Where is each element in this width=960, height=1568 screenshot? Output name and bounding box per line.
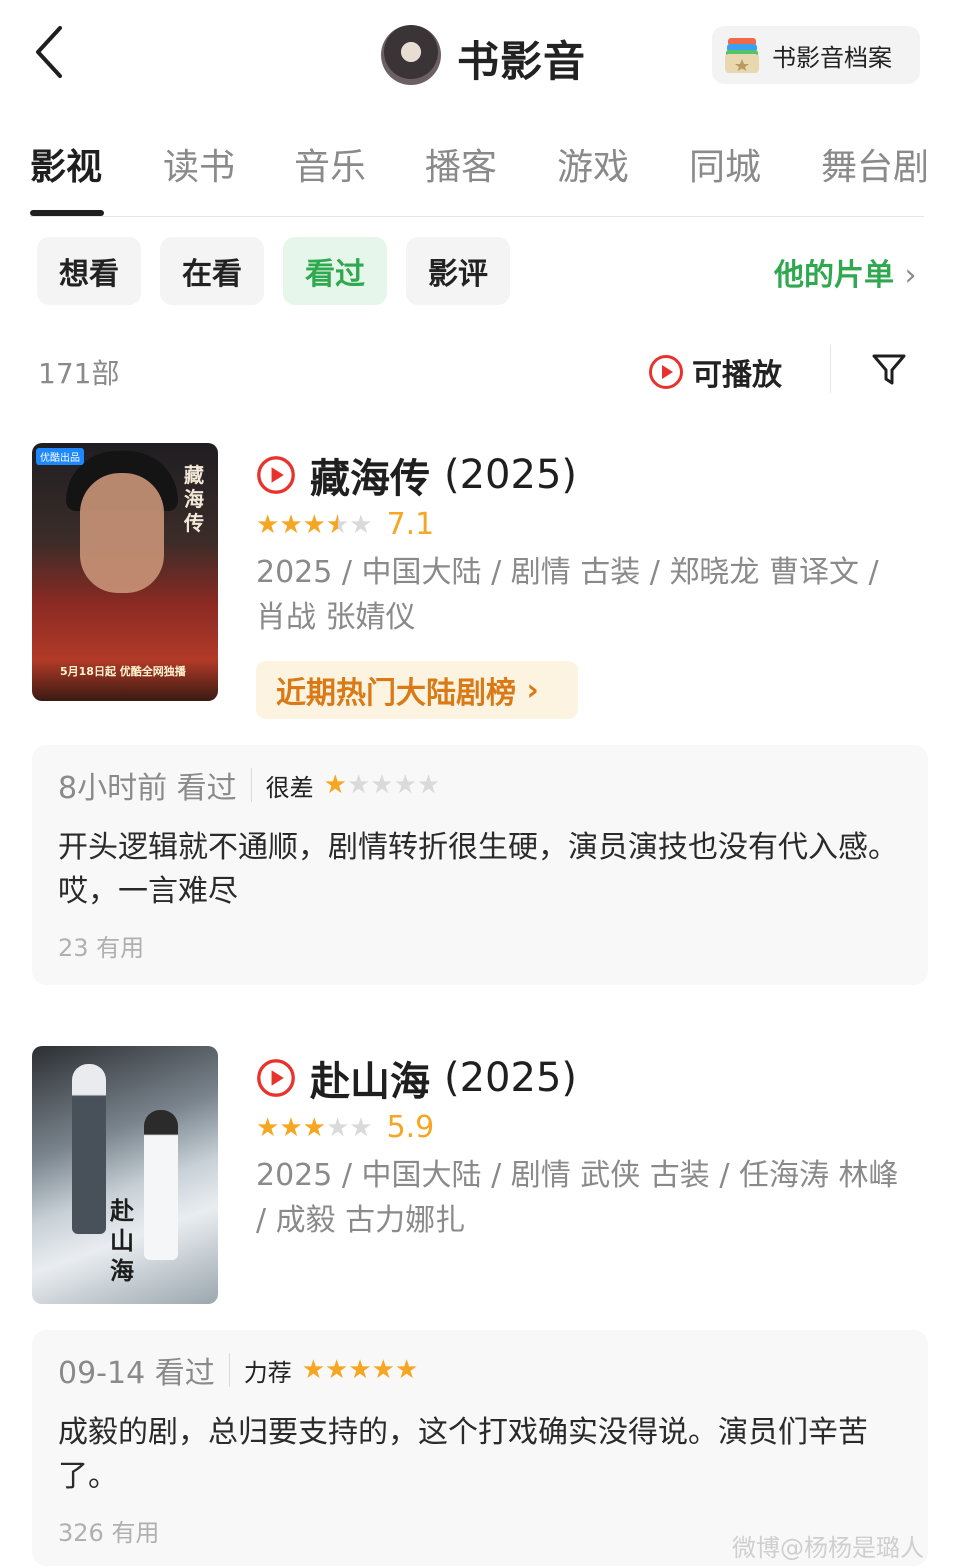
star-icon: ★ — [348, 1355, 372, 1385]
movie-rating: ★ ★ ★ ★ ★ 5.9 — [256, 1110, 434, 1145]
movie-year: (2025) — [444, 1055, 578, 1101]
star-icon: ★ — [323, 770, 347, 800]
rank-tag-label: 近期热门大陆剧榜 — [276, 676, 516, 711]
playable-filter[interactable]: 可播放 — [648, 350, 782, 394]
useful-count[interactable]: 23 有用 — [58, 928, 144, 963]
poster-title: 赴山海 — [110, 1197, 134, 1285]
category-tabs: 影视 读书 音乐 播客 游戏 同城 舞台剧 — [30, 138, 930, 218]
playable-label: 可播放 — [692, 358, 782, 393]
play-circle-icon — [649, 355, 683, 389]
review-stars: ★ ★ ★ ★ ★ — [302, 1356, 419, 1384]
star-icon: ★ — [370, 770, 394, 800]
review-time: 09-14 看过 — [58, 1356, 215, 1391]
review-level: 很差 — [265, 773, 314, 802]
movie-meta: 2025 / 中国大陆 / 剧情 古装 / 郑晓龙 曹译文 / 肖战 张婧仪 — [256, 555, 879, 635]
movie-title[interactable]: 赴山海 (2025) — [256, 1049, 577, 1107]
divider — [228, 1353, 230, 1387]
review-card[interactable]: 8小时前 看过 很差 ★ ★ ★ ★ ★ 开头逻辑就不通顺，剧情转折很生硬，演员… — [32, 745, 928, 985]
star-icon: ★ — [256, 1112, 280, 1143]
page-title: 书影音 — [457, 37, 587, 86]
filter-want[interactable]: 想看 — [37, 237, 141, 305]
tab-podcast[interactable]: 播客 — [425, 138, 497, 190]
filter-watched[interactable]: 看过 — [283, 237, 387, 305]
item-count: 171部 — [38, 357, 120, 390]
play-circle-icon — [257, 456, 295, 494]
poster-figure — [80, 473, 164, 593]
movie-rating: ★ ★ ★ ★ ★ 7.1 — [256, 507, 434, 542]
review-header: 09-14 看过 力荐 ★ ★ ★ ★ ★ — [58, 1348, 418, 1392]
star-icon: ★ — [349, 1112, 373, 1143]
movie-score: 7.1 — [386, 507, 435, 542]
movie-meta: 2025 / 中国大陆 / 剧情 武侠 古装 / 任海涛 林峰 / 成毅 古力娜… — [256, 1158, 899, 1238]
filter-icon[interactable] — [870, 350, 908, 388]
tab-film-tv[interactable]: 影视 — [30, 138, 102, 190]
tab-music[interactable]: 音乐 — [294, 138, 366, 190]
divider — [250, 768, 252, 802]
review-stars: ★ ★ ★ ★ ★ — [324, 771, 441, 799]
movie-score: 5.9 — [386, 1110, 435, 1145]
star-icon: ★ — [302, 509, 326, 540]
avatar[interactable] — [381, 25, 441, 85]
review-time: 8小时前 看过 — [58, 771, 237, 806]
movie-name: 赴山海 — [310, 1059, 430, 1105]
review-level: 力荐 — [243, 1358, 292, 1387]
poster-image[interactable]: 优酷出品 藏海传 5月18日起 优酷全网独播 — [32, 443, 218, 701]
review-text: 成毅的剧，总归要支持的，这个打戏确实没得说。演员们辛苦了。 — [58, 1415, 868, 1494]
poster-title: 藏海传 — [184, 463, 204, 535]
star-icon: ★ — [279, 509, 303, 540]
rating-stars: ★ ★ ★ ★ ★ — [256, 1114, 373, 1142]
star-icon: ★ — [325, 1355, 349, 1385]
star-icon: ★ — [301, 1355, 326, 1385]
tab-games[interactable]: 游戏 — [557, 138, 629, 190]
star-icon: ★ — [416, 770, 441, 800]
star-icon: ★ — [371, 1355, 395, 1385]
chevron-right-icon: › — [904, 258, 917, 293]
review-text: 开头逻辑就不通顺，剧情转折很生硬，演员演技也没有代入感。哎，一言难尽 — [58, 830, 898, 909]
rank-tag[interactable]: 近期热门大陆剧榜 › — [256, 661, 578, 719]
movie-name: 藏海传 — [310, 456, 430, 502]
poster-date: 5月18日起 优酷全网独播 — [60, 665, 186, 678]
chevron-left-icon[interactable] — [30, 24, 70, 80]
filter-reviews[interactable]: 影评 — [406, 237, 510, 305]
poster-figure — [144, 1110, 178, 1260]
rating-stars: ★ ★ ★ ★ ★ — [256, 511, 373, 539]
filter-watching[interactable]: 在看 — [160, 237, 264, 305]
tab-local[interactable]: 同城 — [689, 138, 761, 190]
star-half-icon: ★ — [326, 511, 349, 539]
star-icon: ★ — [346, 770, 371, 800]
playlist-link[interactable]: 他的片单 › — [774, 250, 916, 294]
review-header: 8小时前 看过 很差 ★ ★ ★ ★ ★ — [58, 763, 440, 807]
star-icon: ★ — [349, 509, 373, 540]
useful-count[interactable]: 326 有用 — [58, 1513, 159, 1548]
tab-stage[interactable]: 舞台剧 — [821, 138, 929, 190]
tab-books[interactable]: 读书 — [163, 138, 235, 190]
chevron-right-icon: › — [516, 672, 539, 708]
poster-badge: 优酷出品 — [36, 448, 84, 465]
divider — [30, 216, 924, 217]
star-icon: ★ — [302, 1112, 326, 1143]
playlist-link-label: 他的片单 — [774, 258, 894, 293]
play-circle-icon — [257, 1059, 295, 1097]
star-icon: ★ — [279, 1112, 303, 1143]
watermark: 微博@杨杨是璐人 — [732, 1534, 924, 1562]
poster-figure — [72, 1064, 106, 1234]
star-icon: ★ — [393, 770, 417, 800]
star-icon: ★ — [256, 509, 280, 540]
movie-year: (2025) — [444, 452, 578, 498]
star-icon: ★ — [325, 1112, 350, 1143]
star-icon: ★ — [394, 1355, 419, 1385]
archive-box-icon — [725, 38, 759, 73]
divider — [830, 345, 831, 393]
archive-button[interactable]: 书影音档案 — [712, 26, 920, 84]
movie-title[interactable]: 藏海传 (2025) — [256, 446, 577, 504]
poster-image[interactable]: 赴山海 — [32, 1046, 218, 1304]
archive-button-label: 书影音档案 — [772, 43, 892, 72]
